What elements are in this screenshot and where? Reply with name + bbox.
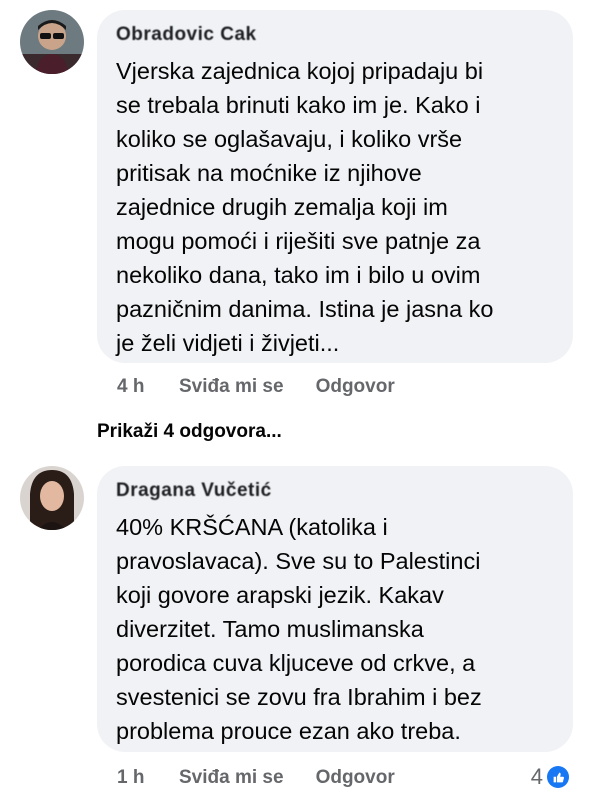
like-button[interactable]: Sviđa mi se <box>179 376 284 398</box>
reaction-count: 4 <box>530 764 543 789</box>
comment-bubble: Obradovic Cak Vjerska zajednica kojoj pr… <box>97 10 573 363</box>
avatar[interactable] <box>20 10 84 74</box>
like-icon <box>547 766 569 788</box>
avatar[interactable] <box>20 466 84 530</box>
reply-button[interactable]: Odgovor <box>316 767 395 789</box>
comment-author[interactable]: Obradovic Cak <box>116 24 557 46</box>
comment-author[interactable]: Dragana Vučetić <box>116 480 557 502</box>
comment-bubble: Dragana Vučetić 40% KRŠĆANA (katolika i … <box>97 466 573 752</box>
comment-actions: 1 h Sviđa mi se Odgovor <box>117 767 395 789</box>
comment-text: Vjerska zajednica kojoj pripadaju bi se … <box>116 58 494 356</box>
comment-text: 40% KRŠĆANA (katolika i pravoslavaca). S… <box>116 514 482 744</box>
view-replies-link[interactable]: Prikaži 4 odgovora... <box>97 421 282 443</box>
comment-actions: 4 h Sviđa mi se Odgovor <box>117 376 395 398</box>
reaction-summary[interactable]: 4 <box>531 764 569 790</box>
comment-timestamp[interactable]: 1 h <box>117 767 179 789</box>
comment-timestamp[interactable]: 4 h <box>117 376 179 398</box>
like-button[interactable]: Sviđa mi se <box>179 767 284 789</box>
reply-button[interactable]: Odgovor <box>316 376 395 398</box>
